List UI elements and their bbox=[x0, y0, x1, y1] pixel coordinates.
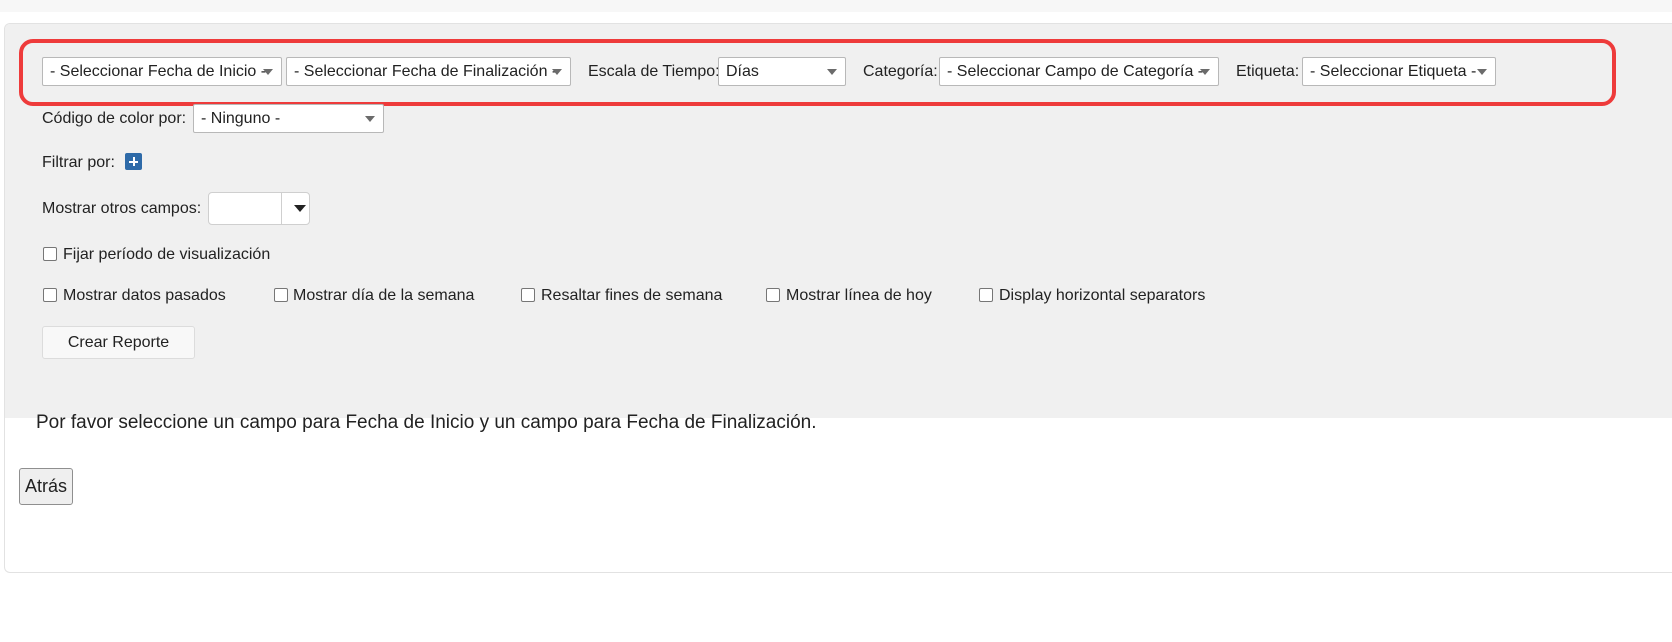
category-select-value: - Seleccionar Campo de Categoría - bbox=[947, 63, 1204, 80]
chevron-down-icon bbox=[263, 69, 273, 75]
other-fields-input[interactable] bbox=[209, 193, 281, 224]
time-scale-label: Escala de Tiempo: bbox=[588, 63, 720, 80]
filter-label: Filtrar por: bbox=[42, 154, 115, 171]
chevron-down-icon bbox=[1200, 69, 1210, 75]
caret-down-icon bbox=[294, 205, 306, 212]
time-scale-select-value: Días bbox=[726, 63, 759, 80]
fix-period-checkbox[interactable] bbox=[43, 247, 57, 261]
start-date-select-value: - Seleccionar Fecha de Inicio - bbox=[50, 63, 267, 80]
horizontal-separators-checkbox[interactable] bbox=[979, 288, 993, 302]
tag-select[interactable]: - Seleccionar Etiqueta - bbox=[1302, 57, 1496, 86]
show-today-line-label: Mostrar línea de hoy bbox=[786, 287, 932, 304]
fix-period-label: Fijar período de visualización bbox=[63, 246, 271, 263]
show-past-data-checkbox[interactable] bbox=[43, 288, 57, 302]
tag-select-value: - Seleccionar Etiqueta - bbox=[1310, 63, 1477, 80]
category-label: Categoría: bbox=[863, 63, 938, 80]
end-date-select[interactable]: - Seleccionar Fecha de Finalización - bbox=[286, 57, 571, 86]
chevron-down-icon bbox=[827, 69, 837, 75]
validation-message: Por favor seleccione un campo para Fecha… bbox=[36, 412, 817, 433]
other-fields-label: Mostrar otros campos: bbox=[42, 200, 202, 217]
create-report-button[interactable]: Crear Reporte bbox=[42, 326, 195, 359]
color-code-label: Código de color por: bbox=[42, 110, 187, 127]
start-date-select[interactable]: - Seleccionar Fecha de Inicio - bbox=[42, 57, 282, 86]
tag-label: Etiqueta: bbox=[1236, 63, 1300, 80]
other-fields-multiselect[interactable] bbox=[208, 192, 310, 225]
plus-icon[interactable] bbox=[125, 153, 142, 170]
horizontal-separators-label: Display horizontal separators bbox=[999, 287, 1206, 304]
category-select[interactable]: - Seleccionar Campo de Categoría - bbox=[939, 57, 1219, 86]
show-today-line-checkbox[interactable] bbox=[766, 288, 780, 302]
chevron-down-icon bbox=[552, 69, 562, 75]
show-weekday-checkbox[interactable] bbox=[274, 288, 288, 302]
color-code-select[interactable]: - Ninguno - bbox=[193, 104, 384, 133]
show-weekday-label: Mostrar día de la semana bbox=[293, 287, 475, 304]
chevron-down-icon bbox=[1477, 69, 1487, 75]
color-code-select-value: - Ninguno - bbox=[201, 110, 281, 127]
highlight-weekends-checkbox[interactable] bbox=[521, 288, 535, 302]
top-band bbox=[0, 0, 1672, 12]
chevron-down-icon bbox=[365, 116, 375, 122]
end-date-select-value: - Seleccionar Fecha de Finalización - bbox=[294, 63, 558, 80]
other-fields-dropdown-toggle[interactable] bbox=[281, 193, 317, 224]
highlight-weekends-label: Resaltar fines de semana bbox=[541, 287, 723, 304]
time-scale-select[interactable]: Días bbox=[718, 57, 846, 86]
back-button[interactable]: Atrás bbox=[19, 468, 73, 505]
show-past-data-label: Mostrar datos pasados bbox=[63, 287, 226, 304]
